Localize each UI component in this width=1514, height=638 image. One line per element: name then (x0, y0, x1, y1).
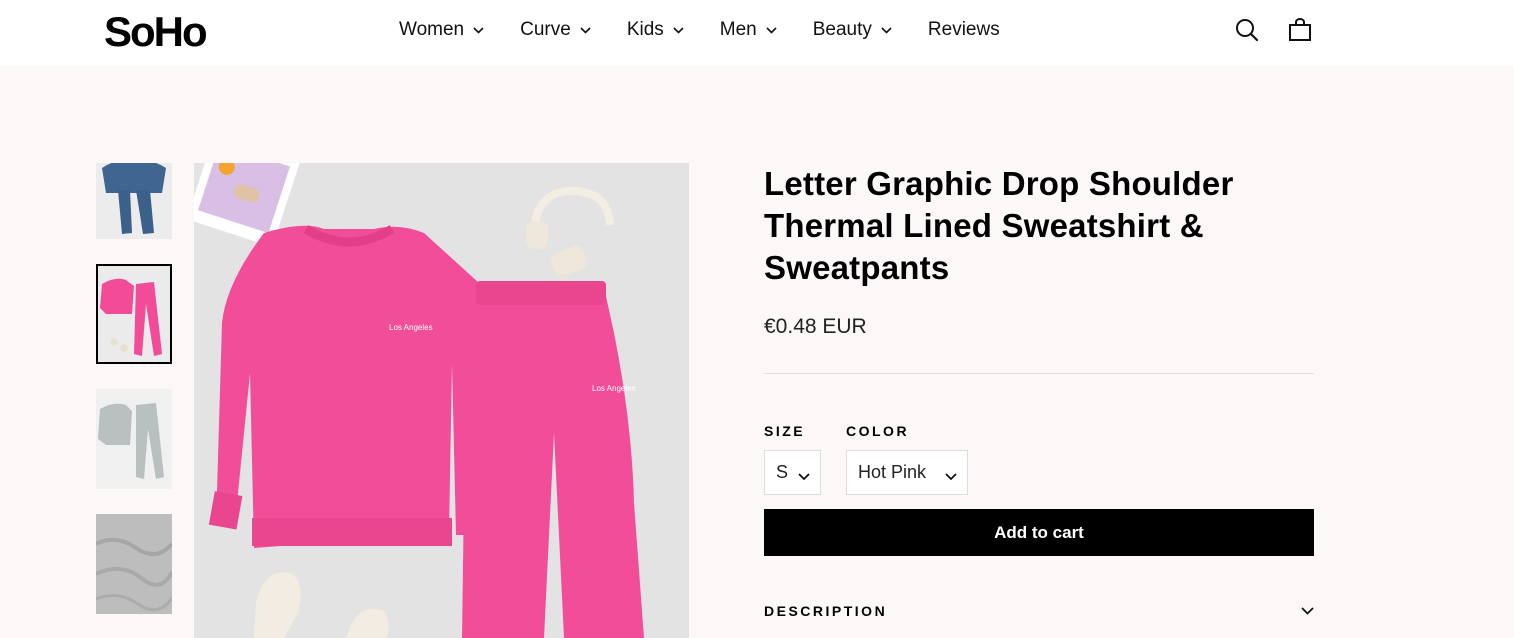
chevron-down-icon (580, 26, 591, 34)
nav-item-curve[interactable]: Curve (520, 18, 591, 42)
product-title: Letter Graphic Drop Shoulder Thermal Lin… (764, 165, 1234, 286)
chevron-down-icon (945, 465, 957, 486)
chevron-down-icon (881, 26, 892, 34)
search-icon[interactable] (1233, 16, 1261, 44)
add-to-cart-button[interactable]: Add to cart (764, 509, 1314, 556)
description-accordion[interactable]: DESCRIPTION (764, 599, 1314, 623)
chevron-down-icon (1301, 602, 1314, 620)
chevron-down-icon (766, 26, 777, 34)
thumbnail-strip (96, 163, 173, 638)
main-nav: Women Curve Kids Men Beauty Reviews (399, 18, 1000, 42)
size-select-value: S (776, 462, 789, 482)
nav-item-label: Beauty (812, 19, 872, 40)
main-product-image[interactable]: Los Angeles Los Angeles (194, 163, 689, 638)
nav-item-kids[interactable]: Kids (627, 18, 684, 42)
nav-item-label: Reviews (927, 19, 1000, 40)
nav-item-label: Curve (520, 19, 571, 40)
thumbnail-blue-set[interactable] (96, 163, 172, 239)
chevron-down-icon (473, 26, 484, 34)
size-label: SIZE (764, 423, 806, 439)
site-header: SoHo Women Curve Kids Men Beauty Reviews (0, 0, 1514, 66)
description-label: DESCRIPTION (764, 603, 888, 619)
nav-item-label: Men (719, 19, 757, 40)
chevron-down-icon (673, 26, 684, 34)
svg-text:Los Angeles: Los Angeles (592, 384, 636, 393)
nav-item-men[interactable]: Men (720, 18, 777, 42)
thumbnail-hot-pink-set[interactable] (96, 264, 172, 364)
nav-item-label: Kids (626, 19, 664, 40)
color-select-value: Hot Pink (858, 462, 927, 482)
svg-text:Los Angeles: Los Angeles (389, 323, 433, 332)
color-label: COLOR (846, 423, 910, 439)
divider (764, 373, 1314, 374)
color-select[interactable]: Hot Pink (846, 450, 968, 495)
chevron-down-icon (798, 465, 810, 486)
nav-item-women[interactable]: Women (399, 18, 484, 42)
nav-item-label: Women (399, 19, 465, 40)
logo[interactable]: SoHo (104, 6, 208, 58)
thumbnail-grey-set[interactable] (96, 389, 172, 489)
thumbnail-grey-fabric[interactable] (96, 514, 172, 614)
size-select[interactable]: S (764, 450, 821, 495)
product-price: €0.48 EUR (764, 315, 867, 338)
cart-icon[interactable] (1286, 16, 1314, 44)
product-info: Letter Graphic Drop Shoulder Thermal Lin… (764, 163, 1314, 619)
nav-item-reviews[interactable]: Reviews (928, 18, 1000, 42)
nav-item-beauty[interactable]: Beauty (813, 18, 892, 42)
